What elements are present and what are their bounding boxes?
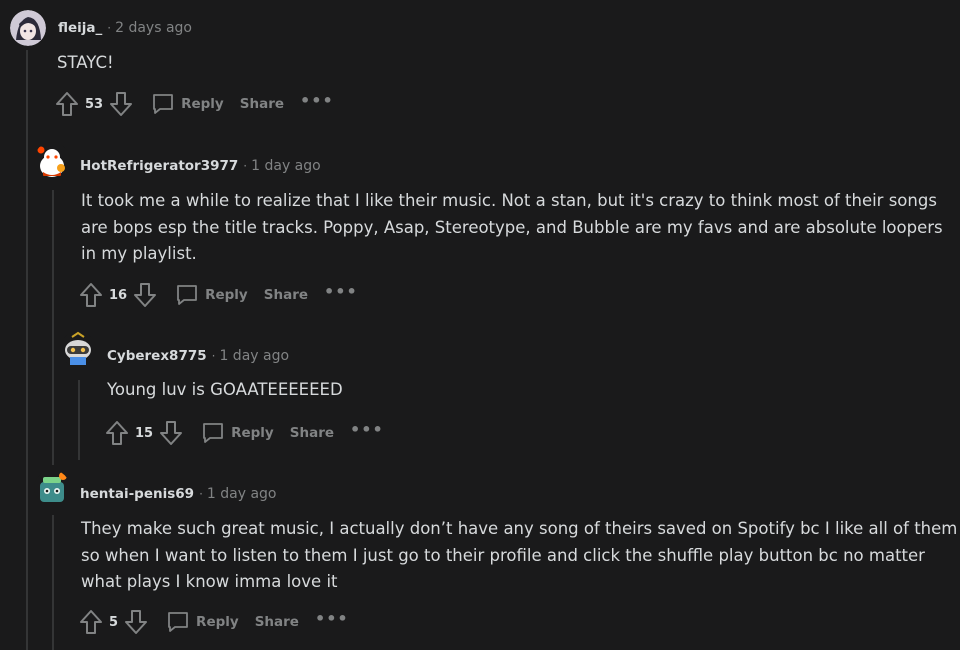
more-options-button[interactable]: ••• [350, 422, 384, 441]
thread-line[interactable] [52, 515, 54, 650]
avatar[interactable] [34, 142, 70, 178]
upvote-arrow-icon[interactable] [79, 609, 103, 635]
thread-line[interactable] [52, 190, 54, 465]
reply-button[interactable]: Reply [175, 283, 248, 307]
avatar[interactable] [10, 10, 46, 46]
downvote-arrow-icon[interactable] [133, 282, 157, 308]
avatar[interactable] [34, 470, 70, 506]
upvote-arrow-icon[interactable] [55, 91, 79, 117]
reply-button[interactable]: Reply [151, 92, 224, 116]
username[interactable]: fleija_ [58, 20, 102, 36]
timestamp[interactable]: 1 day ago [207, 486, 277, 502]
username[interactable]: HotRefrigerator3977 [80, 158, 238, 174]
timestamp[interactable]: 1 day ago [219, 348, 289, 364]
avatar[interactable] [60, 331, 96, 367]
separator-dot: · [107, 21, 112, 35]
reply-label: Reply [205, 287, 248, 303]
vote-count: 15 [135, 425, 154, 441]
comment-body: They make such great music, I actually d… [81, 519, 958, 591]
share-button[interactable]: Share [290, 425, 334, 441]
comment-body: STAYC! [57, 53, 114, 72]
upvote-arrow-icon[interactable] [79, 282, 103, 308]
username[interactable]: Cyberex8775 [107, 348, 207, 364]
speech-bubble-icon [201, 421, 225, 445]
comment-actions: 5 Reply Share ••• [79, 608, 349, 636]
reply-label: Reply [231, 425, 274, 441]
upvote-arrow-icon[interactable] [105, 420, 129, 446]
more-options-button[interactable]: ••• [324, 284, 358, 303]
vote-count: 16 [109, 287, 128, 303]
comment-body: It took me a while to realize that I lik… [81, 191, 943, 263]
separator-dot: · [243, 159, 248, 173]
share-button[interactable]: Share [264, 287, 308, 303]
share-button[interactable]: Share [240, 96, 284, 112]
separator-dot: · [199, 487, 203, 501]
username[interactable]: hentai-penis69 [80, 486, 194, 502]
separator-dot: · [211, 349, 216, 363]
thread-line[interactable] [26, 50, 28, 650]
thread-line[interactable] [78, 380, 80, 460]
share-button[interactable]: Share [255, 614, 299, 630]
comment-actions: 15 Reply Share ••• [105, 419, 384, 447]
comment-actions: 53 Reply Share ••• [55, 90, 334, 118]
reply-button[interactable]: Reply [201, 421, 274, 445]
comment-actions: 16 Reply Share ••• [79, 281, 358, 309]
speech-bubble-icon [166, 610, 190, 634]
speech-bubble-icon [175, 283, 199, 307]
vote-count: 53 [85, 96, 104, 112]
downvote-arrow-icon[interactable] [124, 609, 148, 635]
timestamp[interactable]: 1 day ago [251, 158, 321, 174]
reply-label: Reply [196, 614, 239, 630]
speech-bubble-icon [151, 92, 175, 116]
downvote-arrow-icon[interactable] [159, 420, 183, 446]
reply-label: Reply [181, 96, 224, 112]
more-options-button[interactable]: ••• [300, 93, 334, 112]
reply-button[interactable]: Reply [166, 610, 239, 634]
downvote-arrow-icon[interactable] [109, 91, 133, 117]
vote-count: 5 [109, 614, 119, 630]
comment-body: Young luv is GOAATEEEEEED [107, 380, 343, 399]
timestamp[interactable]: 2 days ago [115, 20, 192, 36]
more-options-button[interactable]: ••• [315, 611, 349, 630]
